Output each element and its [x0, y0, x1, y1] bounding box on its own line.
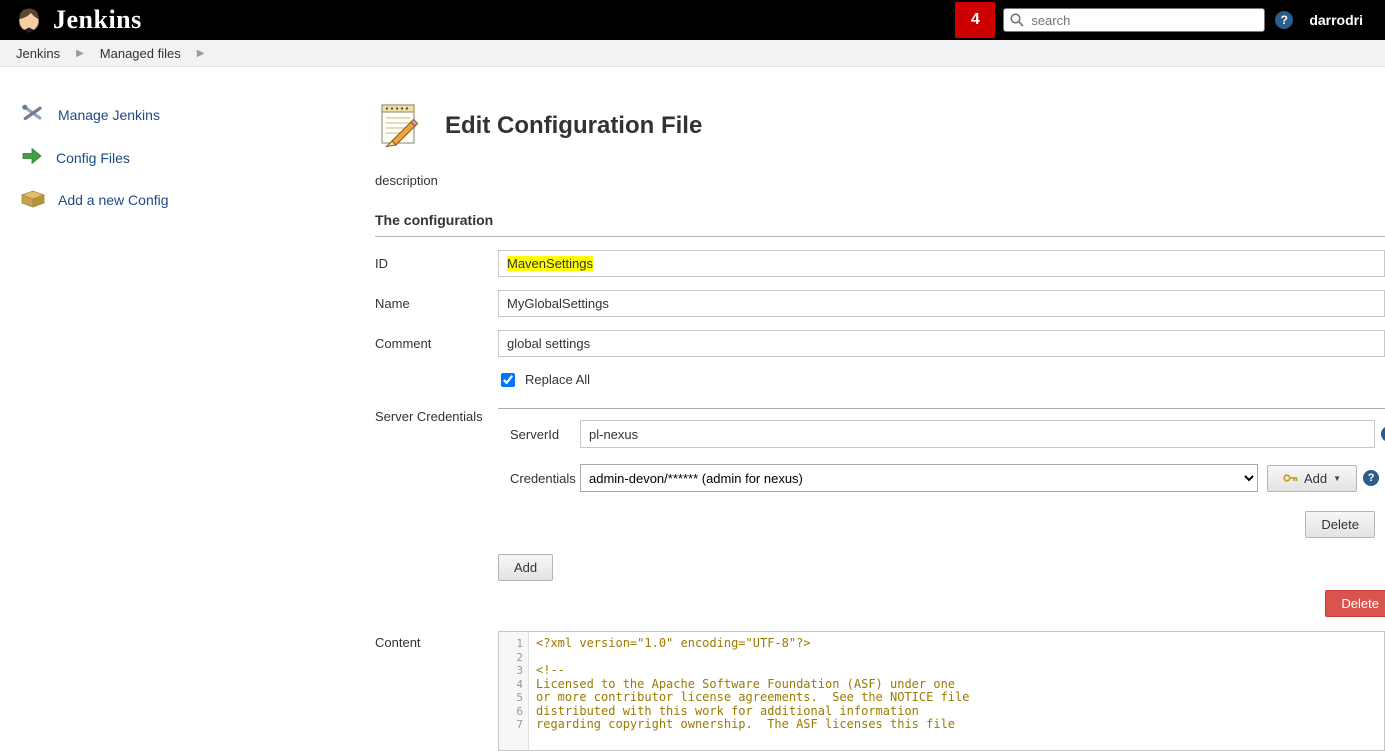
search-input[interactable] [1003, 8, 1266, 32]
jenkins-home-link[interactable]: Jenkins [0, 4, 142, 37]
form-row-name: Name [375, 290, 1385, 317]
section-title: The configuration [375, 212, 1385, 237]
search-icon [1009, 12, 1025, 31]
replace-all-label: Replace All [525, 372, 591, 387]
id-label: ID [375, 256, 388, 271]
server-credentials-table: ServerId ? Credentials admin-devon/*****… [498, 408, 1385, 538]
add-server-credential-button[interactable]: Add [498, 554, 554, 581]
code-line: <?xml version="1.0" encoding="UTF-8"?> [536, 636, 811, 650]
line-number: 6 [516, 704, 523, 718]
chevron-right-icon: ▶ [76, 47, 84, 59]
code-line: <!-- [536, 663, 565, 677]
line-number: 5 [516, 691, 523, 704]
main-content: Edit Configuration File description The … [360, 67, 1385, 751]
chevron-right-icon: ▶ [196, 47, 205, 59]
line-number: 3 [516, 664, 523, 677]
delete-file-button[interactable]: Delete [1325, 590, 1385, 617]
sidebar-item-label: Config Files [56, 149, 130, 166]
replace-all-row: Replace All [501, 372, 1385, 387]
key-icon [1283, 471, 1298, 486]
notepad-edit-icon [375, 100, 423, 151]
line-number-gutter: 1 2 3 4 5 6 7 [499, 632, 529, 750]
notification-badge[interactable]: 4 [955, 2, 996, 38]
server-id-row: ServerId ? [498, 420, 1385, 448]
line-number: 1 [516, 637, 523, 650]
credentials-select[interactable]: admin-devon/****** (admin for nexus) [580, 464, 1258, 492]
comment-label: Comment [375, 336, 432, 351]
jenkins-butler-icon [14, 4, 44, 37]
add-credential-button[interactable]: Add ▼ [1267, 464, 1358, 492]
content-label: Content [375, 635, 421, 650]
name-label: Name [375, 296, 410, 311]
brand-title: Jenkins [53, 5, 142, 34]
name-field[interactable] [498, 290, 1385, 317]
breadcrumb-item-managed-files[interactable]: Managed files [100, 46, 181, 61]
server-credentials-label: Server Credentials [375, 409, 483, 424]
tools-icon [20, 101, 46, 128]
sidebar-item-manage-jenkins[interactable]: Manage Jenkins [0, 93, 360, 136]
credential-delete-row: Delete [498, 511, 1385, 538]
sidebar: Manage Jenkins Config Files Add a new Co… [0, 67, 360, 220]
form-row-content: Content 1 2 3 4 5 6 7 <?xml version="1.0… [375, 631, 1385, 751]
top-bar: Jenkins 4 ? darrodri [0, 0, 1385, 40]
add-credential-label: Add [1304, 470, 1328, 486]
line-number: 2 [516, 650, 523, 664]
replace-all-checkbox[interactable] [501, 372, 515, 387]
form-row-id: ID MavenSettings [375, 250, 1385, 277]
help-icon[interactable]: ? [1381, 426, 1385, 442]
sidebar-item-label: Add a new Config [58, 191, 169, 208]
credentials-row: Credentials admin-devon/****** (admin fo… [498, 464, 1385, 492]
description-label: description [375, 173, 438, 188]
form-row-server-credentials: Server Credentials ServerId ? Credential… [375, 395, 1385, 581]
search-box [1003, 8, 1266, 32]
caret-down-icon: ▼ [1333, 473, 1342, 483]
file-delete-row: Delete [375, 590, 1385, 617]
server-id-field[interactable] [580, 420, 1375, 448]
form-row-comment: Comment Replace All [375, 330, 1385, 387]
sidebar-item-add-new-config[interactable]: Add a new Config [0, 179, 360, 220]
code-line: regarding copyright ownership. The ASF l… [536, 717, 956, 731]
breadcrumb-item-jenkins[interactable]: Jenkins [16, 46, 60, 61]
code-line: Licensed to the Apache Software Foundati… [536, 676, 956, 691]
package-icon [20, 187, 46, 212]
sidebar-item-config-files[interactable]: Config Files [0, 136, 360, 179]
help-icon[interactable]: ? [1275, 11, 1294, 29]
credentials-label: Credentials [510, 470, 576, 486]
page-title: Edit Configuration File [445, 111, 703, 139]
user-menu[interactable]: darrodri [1309, 12, 1363, 28]
sidebar-item-label: Manage Jenkins [58, 106, 160, 123]
line-number: 4 [516, 677, 523, 691]
comment-field[interactable] [498, 330, 1385, 357]
delete-credential-button[interactable]: Delete [1305, 511, 1375, 538]
code-lines: <?xml version="1.0" encoding="UTF-8"?> <… [529, 632, 1384, 750]
page-layout: Manage Jenkins Config Files Add a new Co… [0, 67, 1385, 751]
id-value-highlighted: MavenSettings [507, 256, 593, 271]
top-bar-right: 4 ? darrodri [955, 2, 1385, 38]
add-server-credential-row: Add [498, 554, 1385, 581]
content-code-editor[interactable]: 1 2 3 4 5 6 7 <?xml version="1.0" encodi… [498, 631, 1385, 751]
page-title-row: Edit Configuration File [375, 100, 1385, 151]
breadcrumb: Jenkins ▶ Managed files ▶ [0, 40, 1385, 67]
line-number: 7 [516, 718, 523, 731]
code-line: distributed with this work for additiona… [536, 703, 919, 718]
help-icon[interactable]: ? [1363, 470, 1380, 486]
server-id-label: ServerId [510, 426, 560, 442]
green-arrow-icon [20, 144, 44, 171]
id-field[interactable]: MavenSettings [498, 250, 1385, 277]
code-line: or more contributor license agreements. … [536, 690, 970, 704]
